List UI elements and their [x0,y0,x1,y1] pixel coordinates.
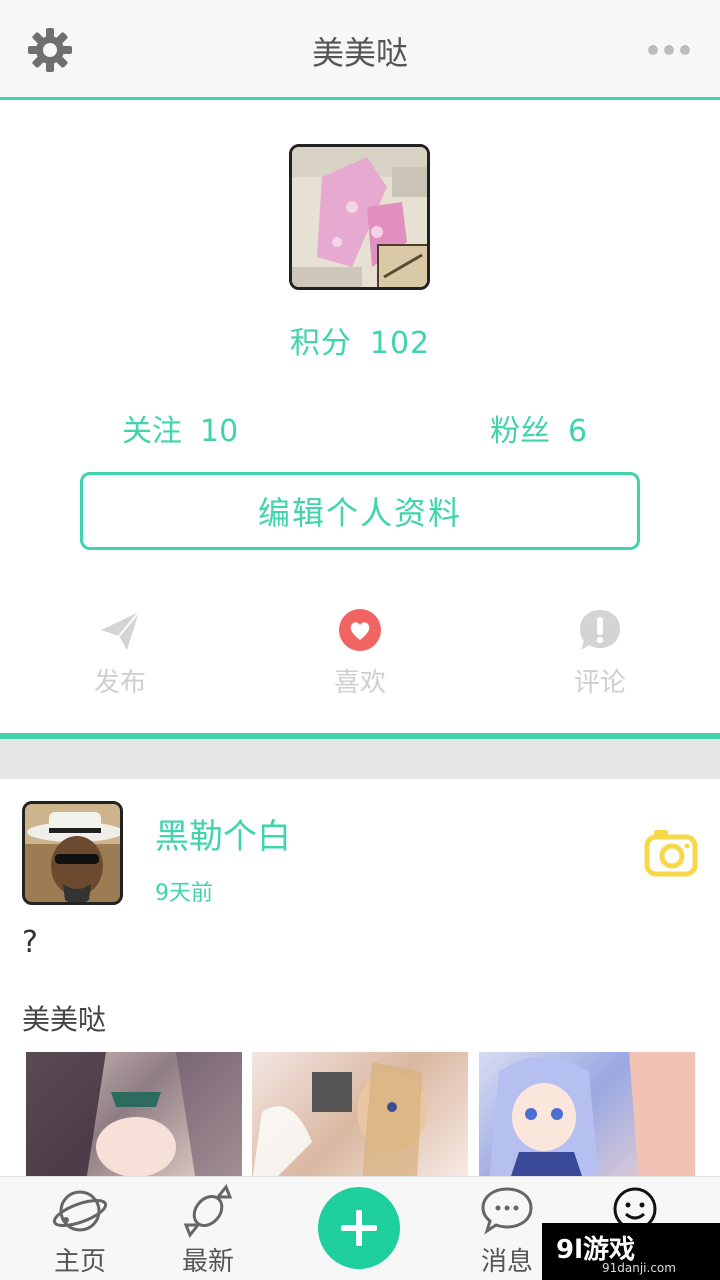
edit-profile-button[interactable]: 编辑个人资料 [80,472,640,550]
heart-icon [339,609,381,651]
watermark-url: 91danji.com [602,1261,676,1275]
post-image[interactable] [479,1052,695,1182]
section-divider [0,739,720,779]
tab-publish[interactable]: 发布 [60,608,180,699]
follow-value: 10 [200,414,239,449]
nav-home-label: 主页 [53,1247,106,1277]
post-group-name[interactable]: 美美哒 [22,998,106,1038]
more-dots-icon[interactable] [648,40,692,60]
tab-like[interactable]: 喜欢 [300,608,420,699]
profile-avatar[interactable] [289,144,430,290]
follow-label: 关注 [122,414,182,449]
tab-publish-label: 发布 [93,668,146,698]
post-timestamp: 9天前 [155,881,213,906]
paper-plane-icon [101,611,140,650]
post-content: ? [22,925,38,960]
camera-icon[interactable] [644,827,698,877]
nav-latest[interactable]: 最新 [153,1183,263,1278]
score-value: 102 [369,326,431,361]
post-author-name[interactable]: 黑勒个白 [155,809,291,858]
site-watermark: 9l游戏 91danji.com [542,1223,720,1280]
post-image[interactable] [252,1052,468,1182]
profile-section: 积分 102 关注 10 粉丝 6 编辑个人资料 发布 喜欢 评论 [0,103,720,735]
exclamation-bubble-icon [580,610,620,650]
tab-comment[interactable]: 评论 [540,608,660,699]
fans-label: 粉丝 [490,414,550,449]
add-post-button[interactable] [318,1187,400,1269]
plus-icon [341,1210,377,1246]
chat-bubble-icon [481,1187,533,1235]
post-author-avatar[interactable] [22,801,123,905]
planet-icon [52,1190,108,1232]
post-image[interactable] [26,1052,242,1182]
fans-value: 6 [568,414,588,449]
fans-count[interactable]: 粉丝 6 [490,406,587,450]
score-display: 积分 102 [0,318,720,362]
tab-comment-label: 评论 [573,668,626,698]
top-bar: 美美哒 [0,0,720,100]
nav-home[interactable]: 主页 [25,1183,135,1278]
nav-latest-label: 最新 [181,1247,234,1277]
score-label: 积分 [289,326,352,361]
follow-count[interactable]: 关注 10 [122,406,238,450]
candy-icon [183,1184,233,1238]
page-title: 美美哒 [311,34,408,72]
tab-like-label: 喜欢 [333,668,386,698]
post-card[interactable]: 黑勒个白 9天前 ? 美美哒 [0,779,720,1182]
